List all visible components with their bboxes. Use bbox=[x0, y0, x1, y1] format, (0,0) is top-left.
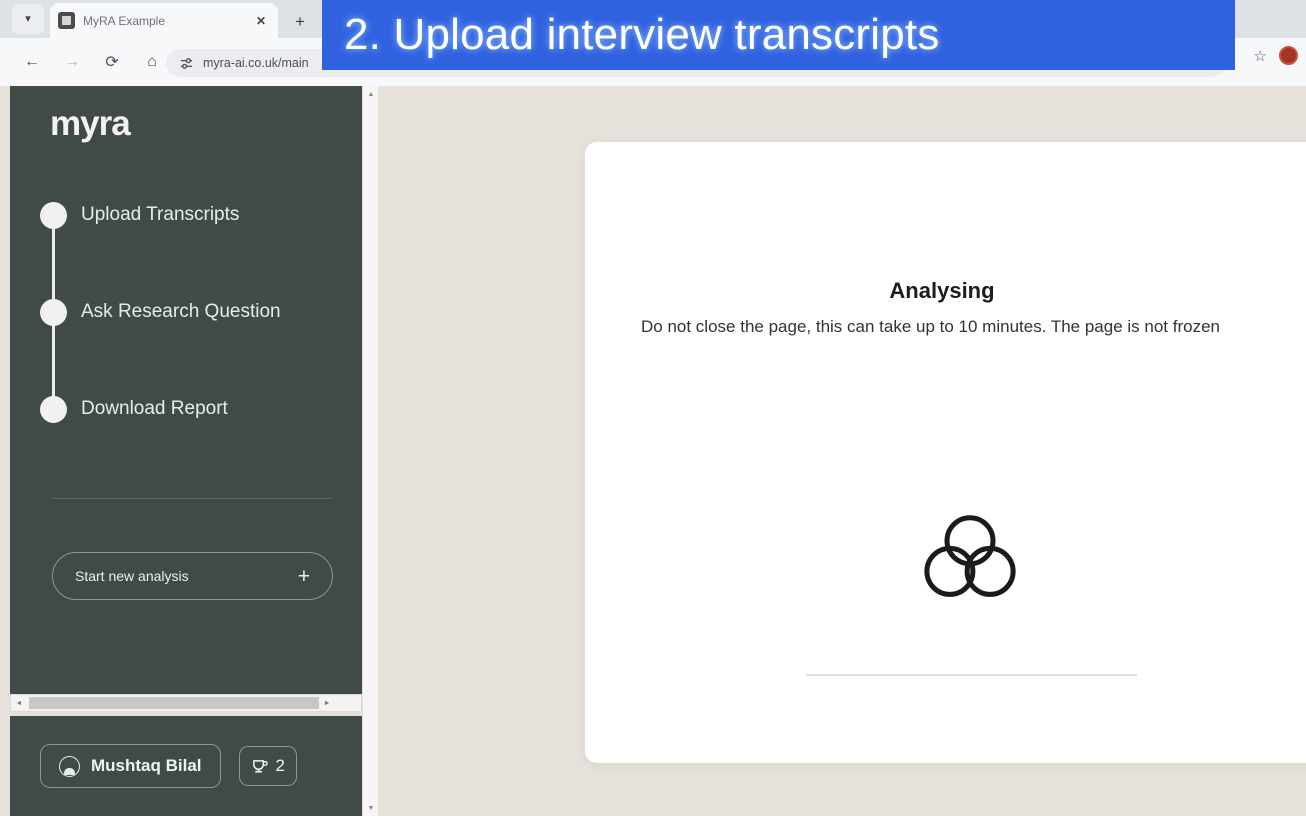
horizontal-scrollbar[interactable]: ◄ ► bbox=[10, 694, 362, 712]
vertical-scrollbar[interactable]: ▲ ▼ bbox=[362, 86, 378, 816]
site-settings-icon[interactable] bbox=[178, 55, 194, 71]
tab-search-chevron-down-icon[interactable]: ▾ bbox=[12, 4, 44, 34]
brand-logo: myra bbox=[50, 104, 131, 143]
scroll-right-arrow-icon[interactable]: ► bbox=[319, 695, 335, 711]
scroll-down-arrow-icon[interactable]: ▼ bbox=[363, 801, 379, 815]
card-title: Analysing bbox=[889, 278, 995, 303]
bookmark-star-icon[interactable]: ☆ bbox=[1254, 47, 1267, 65]
sidebar-footer: Mushtaq Bilal 2 bbox=[10, 716, 362, 816]
overlay-step-banner-text: 2. Upload interview transcripts bbox=[344, 10, 940, 59]
loading-spinner bbox=[585, 512, 1306, 604]
sidebar-item-ask-research-question[interactable]: Ask Research Question bbox=[40, 298, 340, 326]
overlay-step-banner: 2. Upload interview transcripts bbox=[322, 0, 1235, 70]
scroll-left-arrow-icon[interactable]: ◄ bbox=[11, 695, 27, 711]
user-name-label: Mushtaq Bilal bbox=[91, 756, 202, 775]
scroll-up-arrow-icon[interactable]: ▲ bbox=[363, 87, 379, 101]
page-favicon-icon bbox=[58, 12, 75, 29]
sidebar-item-label: Upload Transcripts bbox=[81, 204, 240, 225]
close-icon[interactable]: ✕ bbox=[252, 12, 270, 30]
start-new-analysis-label: Start new analysis bbox=[75, 568, 189, 584]
coffee-cup-icon bbox=[251, 758, 268, 774]
horizontal-scrollbar-thumb[interactable] bbox=[29, 697, 319, 709]
sidebar-divider bbox=[52, 498, 332, 499]
sidebar: myra Upload Transcripts Ask Research Que… bbox=[10, 86, 362, 706]
user-avatar-icon bbox=[59, 755, 80, 777]
credits-count-label: 2 bbox=[275, 756, 285, 775]
back-arrow-icon[interactable]: ← bbox=[16, 46, 48, 78]
address-bar-url: myra-ai.co.uk/main bbox=[203, 56, 309, 70]
step-dot-icon bbox=[40, 395, 67, 423]
sidebar-item-label: Download Report bbox=[81, 398, 228, 419]
sidebar-item-download-report[interactable]: Download Report bbox=[40, 395, 340, 423]
start-new-analysis-button[interactable]: Start new analysis + bbox=[52, 552, 333, 600]
user-account-chip[interactable]: Mushtaq Bilal bbox=[40, 744, 221, 788]
browser-tab-title: MyRA Example bbox=[83, 13, 166, 28]
step-dot-icon bbox=[40, 201, 67, 229]
page-viewport: myra Upload Transcripts Ask Research Que… bbox=[0, 86, 1306, 816]
app-root: ▾ MyRA Example ✕ + ← → ⟳ ⌂ myra-ai.co.uk… bbox=[0, 0, 1306, 816]
forward-arrow-icon[interactable]: → bbox=[56, 46, 88, 78]
borromean-rings-loading-icon bbox=[924, 515, 1016, 597]
credits-badge[interactable]: 2 bbox=[238, 746, 297, 786]
card-subtitle: Do not close the page, this can take up … bbox=[641, 317, 1220, 336]
analysing-card: Analysing Do not close the page, this ca… bbox=[585, 142, 1306, 763]
home-icon[interactable]: ⌂ bbox=[136, 46, 168, 78]
plus-icon: + bbox=[297, 564, 310, 588]
profile-avatar-icon[interactable] bbox=[1279, 46, 1298, 65]
sidebar-item-upload-transcripts[interactable]: Upload Transcripts bbox=[40, 201, 340, 229]
steps-progress-list: Upload Transcripts Ask Research Question… bbox=[40, 201, 340, 423]
browser-tab[interactable]: MyRA Example ✕ bbox=[50, 3, 278, 38]
step-dot-icon bbox=[40, 298, 67, 326]
card-divider bbox=[806, 674, 1137, 676]
toolbar-right-actions: ☆ bbox=[1254, 46, 1298, 65]
new-tab-plus-icon[interactable]: + bbox=[286, 7, 314, 35]
sidebar-item-label: Ask Research Question bbox=[81, 301, 281, 322]
reload-icon[interactable]: ⟳ bbox=[96, 46, 128, 78]
